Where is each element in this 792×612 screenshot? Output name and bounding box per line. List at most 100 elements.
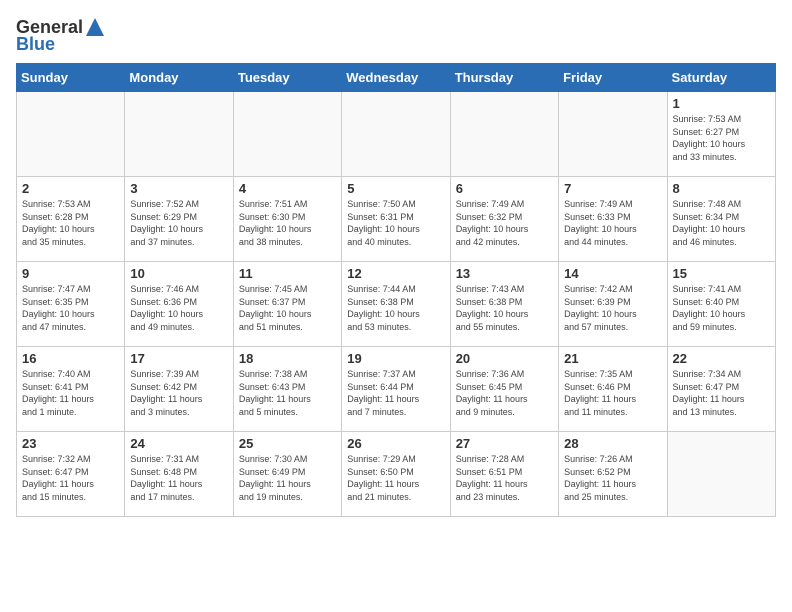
day-info: Sunrise: 7:37 AM Sunset: 6:44 PM Dayligh… [347, 368, 444, 418]
day-info: Sunrise: 7:29 AM Sunset: 6:50 PM Dayligh… [347, 453, 444, 503]
day-number: 23 [22, 436, 119, 451]
calendar-cell: 2 Sunrise: 7:53 AM Sunset: 6:28 PM Daylig… [17, 177, 125, 262]
day-info: Sunrise: 7:46 AM Sunset: 6:36 PM Dayligh… [130, 283, 227, 333]
day-number: 25 [239, 436, 336, 451]
calendar-cell: 11 Sunrise: 7:45 AM Sunset: 6:37 PM Dayli… [233, 262, 341, 347]
weekday-header-friday: Friday [559, 64, 667, 92]
calendar-cell: 26 Sunrise: 7:29 AM Sunset: 6:50 PM Dayli… [342, 432, 450, 517]
calendar-cell: 12Sunrise: 7:44 AM Sunset: 6:38 PM Dayli… [342, 262, 450, 347]
day-number: 10 [130, 266, 227, 281]
day-info: Sunrise: 7:34 AM Sunset: 6:47 PM Dayligh… [673, 368, 770, 418]
day-info: Sunrise: 7:45 AM Sunset: 6:37 PM Dayligh… [239, 283, 336, 333]
logo-blue-text: Blue [16, 34, 55, 55]
day-info: Sunrise: 7:49 AM Sunset: 6:33 PM Dayligh… [564, 198, 661, 248]
day-info: Sunrise: 7:39 AM Sunset: 6:42 PM Dayligh… [130, 368, 227, 418]
day-number: 15 [673, 266, 770, 281]
weekday-header-tuesday: Tuesday [233, 64, 341, 92]
page-header: General Blue [16, 16, 776, 55]
weekday-header-thursday: Thursday [450, 64, 558, 92]
calendar-week-3: 9 Sunrise: 7:47 AM Sunset: 6:35 PM Daylig… [17, 262, 776, 347]
day-number: 1 [673, 96, 770, 111]
calendar-cell: 9 Sunrise: 7:47 AM Sunset: 6:35 PM Daylig… [17, 262, 125, 347]
day-info: Sunrise: 7:38 AM Sunset: 6:43 PM Dayligh… [239, 368, 336, 418]
day-number: 7 [564, 181, 661, 196]
calendar-cell: 17 Sunrise: 7:39 AM Sunset: 6:42 PM Dayli… [125, 347, 233, 432]
calendar-cell: 16 Sunrise: 7:40 AM Sunset: 6:41 PM Dayli… [17, 347, 125, 432]
day-number: 12 [347, 266, 444, 281]
calendar-cell [450, 92, 558, 177]
day-number: 20 [456, 351, 553, 366]
day-number: 2 [22, 181, 119, 196]
weekday-header-sunday: Sunday [17, 64, 125, 92]
day-number: 14 [564, 266, 661, 281]
day-info: Sunrise: 7:50 AM Sunset: 6:31 PM Dayligh… [347, 198, 444, 248]
day-info: Sunrise: 7:35 AM Sunset: 6:46 PM Dayligh… [564, 368, 661, 418]
logo: General Blue [16, 16, 107, 55]
day-number: 24 [130, 436, 227, 451]
day-number: 17 [130, 351, 227, 366]
day-info: Sunrise: 7:42 AM Sunset: 6:39 PM Dayligh… [564, 283, 661, 333]
logo-icon [84, 16, 106, 38]
calendar-cell: 15 Sunrise: 7:41 AM Sunset: 6:40 PM Dayli… [667, 262, 775, 347]
day-info: Sunrise: 7:53 AM Sunset: 6:28 PM Dayligh… [22, 198, 119, 248]
day-number: 18 [239, 351, 336, 366]
calendar-cell: 8 Sunrise: 7:48 AM Sunset: 6:34 PM Daylig… [667, 177, 775, 262]
calendar-cell: 24 Sunrise: 7:31 AM Sunset: 6:48 PM Dayli… [125, 432, 233, 517]
day-number: 16 [22, 351, 119, 366]
calendar-cell: 21 Sunrise: 7:35 AM Sunset: 6:46 PM Dayli… [559, 347, 667, 432]
calendar-cell: 3Sunrise: 7:52 AM Sunset: 6:29 PM Daylig… [125, 177, 233, 262]
day-number: 5 [347, 181, 444, 196]
calendar-cell: 4 Sunrise: 7:51 AM Sunset: 6:30 PM Daylig… [233, 177, 341, 262]
calendar-cell: 20 Sunrise: 7:36 AM Sunset: 6:45 PM Dayli… [450, 347, 558, 432]
weekday-header-monday: Monday [125, 64, 233, 92]
day-info: Sunrise: 7:47 AM Sunset: 6:35 PM Dayligh… [22, 283, 119, 333]
day-number: 9 [22, 266, 119, 281]
day-number: 11 [239, 266, 336, 281]
calendar-cell: 6 Sunrise: 7:49 AM Sunset: 6:32 PM Daylig… [450, 177, 558, 262]
calendar-cell: 25 Sunrise: 7:30 AM Sunset: 6:49 PM Dayli… [233, 432, 341, 517]
calendar-week-5: 23 Sunrise: 7:32 AM Sunset: 6:47 PM Dayli… [17, 432, 776, 517]
calendar-cell: 13 Sunrise: 7:43 AM Sunset: 6:38 PM Dayli… [450, 262, 558, 347]
calendar-cell: 7 Sunrise: 7:49 AM Sunset: 6:33 PM Daylig… [559, 177, 667, 262]
day-info: Sunrise: 7:51 AM Sunset: 6:30 PM Dayligh… [239, 198, 336, 248]
day-info: Sunrise: 7:49 AM Sunset: 6:32 PM Dayligh… [456, 198, 553, 248]
day-info: Sunrise: 7:36 AM Sunset: 6:45 PM Dayligh… [456, 368, 553, 418]
day-info: Sunrise: 7:48 AM Sunset: 6:34 PM Dayligh… [673, 198, 770, 248]
day-number: 26 [347, 436, 444, 451]
calendar-cell: 23 Sunrise: 7:32 AM Sunset: 6:47 PM Dayli… [17, 432, 125, 517]
calendar-cell: 19 Sunrise: 7:37 AM Sunset: 6:44 PM Dayli… [342, 347, 450, 432]
day-info: Sunrise: 7:41 AM Sunset: 6:40 PM Dayligh… [673, 283, 770, 333]
calendar-cell [342, 92, 450, 177]
day-info: Sunrise: 7:31 AM Sunset: 6:48 PM Dayligh… [130, 453, 227, 503]
day-number: 6 [456, 181, 553, 196]
calendar-week-1: 1 Sunrise: 7:53 AM Sunset: 6:27 PM Daylig… [17, 92, 776, 177]
weekday-header-saturday: Saturday [667, 64, 775, 92]
calendar-table: SundayMondayTuesdayWednesdayThursdayFrid… [16, 63, 776, 517]
calendar-cell [559, 92, 667, 177]
day-number: 4 [239, 181, 336, 196]
day-number: 21 [564, 351, 661, 366]
calendar-cell [233, 92, 341, 177]
day-number: 3 [130, 181, 227, 196]
calendar-cell: 27Sunrise: 7:28 AM Sunset: 6:51 PM Dayli… [450, 432, 558, 517]
calendar-header-row: SundayMondayTuesdayWednesdayThursdayFrid… [17, 64, 776, 92]
calendar-cell: 22Sunrise: 7:34 AM Sunset: 6:47 PM Dayli… [667, 347, 775, 432]
calendar-cell: 14 Sunrise: 7:42 AM Sunset: 6:39 PM Dayli… [559, 262, 667, 347]
day-number: 28 [564, 436, 661, 451]
calendar-cell [667, 432, 775, 517]
day-info: Sunrise: 7:26 AM Sunset: 6:52 PM Dayligh… [564, 453, 661, 503]
day-info: Sunrise: 7:53 AM Sunset: 6:27 PM Dayligh… [673, 113, 770, 163]
calendar-cell: 5 Sunrise: 7:50 AM Sunset: 6:31 PM Daylig… [342, 177, 450, 262]
day-number: 27 [456, 436, 553, 451]
day-number: 19 [347, 351, 444, 366]
calendar-week-4: 16 Sunrise: 7:40 AM Sunset: 6:41 PM Dayli… [17, 347, 776, 432]
day-info: Sunrise: 7:30 AM Sunset: 6:49 PM Dayligh… [239, 453, 336, 503]
calendar-cell: 18 Sunrise: 7:38 AM Sunset: 6:43 PM Dayli… [233, 347, 341, 432]
calendar-cell: 1 Sunrise: 7:53 AM Sunset: 6:27 PM Daylig… [667, 92, 775, 177]
day-number: 8 [673, 181, 770, 196]
day-info: Sunrise: 7:32 AM Sunset: 6:47 PM Dayligh… [22, 453, 119, 503]
day-number: 13 [456, 266, 553, 281]
day-info: Sunrise: 7:43 AM Sunset: 6:38 PM Dayligh… [456, 283, 553, 333]
calendar-week-2: 2 Sunrise: 7:53 AM Sunset: 6:28 PM Daylig… [17, 177, 776, 262]
day-info: Sunrise: 7:40 AM Sunset: 6:41 PM Dayligh… [22, 368, 119, 418]
